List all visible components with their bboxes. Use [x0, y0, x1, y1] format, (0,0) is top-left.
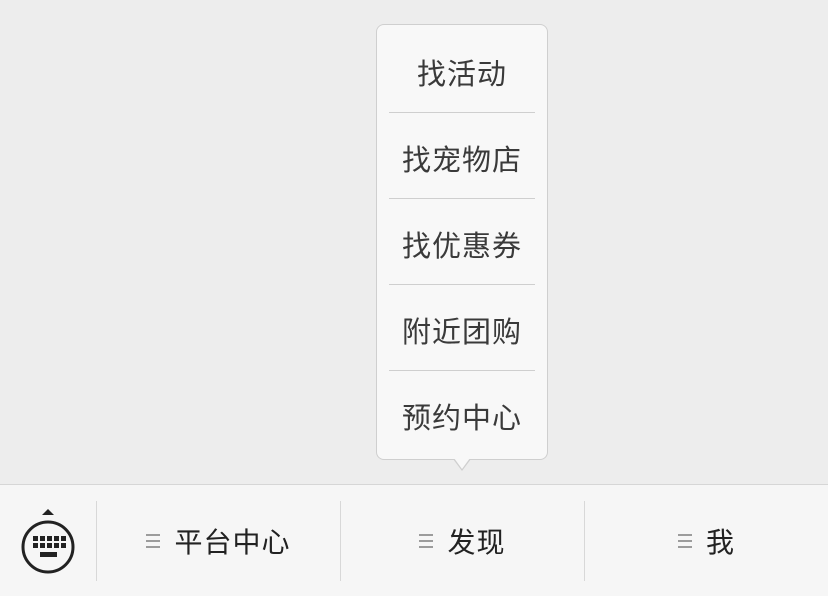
- menu-item-nearby-group-buy[interactable]: 附近团购: [389, 287, 535, 373]
- menu-divider: [389, 370, 535, 371]
- menu-list-icon: [146, 533, 161, 549]
- tab-me[interactable]: 我: [585, 485, 828, 596]
- menu-item-find-pet-store[interactable]: 找宠物店: [389, 115, 535, 201]
- discover-popup-menu: 找活动 找宠物店 找优惠券 附近团购 预约中心: [376, 24, 548, 460]
- menu-item-find-activity[interactable]: 找活动: [389, 29, 535, 115]
- menu-item-find-coupon[interactable]: 找优惠券: [389, 201, 535, 287]
- menu-divider: [389, 198, 535, 199]
- tab-platform-center[interactable]: 平台中心: [97, 485, 340, 596]
- tab-label: 发现: [447, 526, 506, 559]
- bottom-toolbar: 平台中心 发现 我: [0, 484, 828, 596]
- tab-label: 平台中心: [174, 526, 291, 559]
- popup-pointer-arrow-fill: [454, 458, 470, 469]
- keyboard-toggle-icon: [21, 509, 75, 574]
- menu-list-icon: [677, 533, 692, 549]
- menu-divider: [389, 112, 535, 113]
- tab-discover[interactable]: 发现: [341, 485, 584, 596]
- tab-label: 我: [705, 526, 735, 559]
- keyboard-toggle-button[interactable]: [0, 485, 96, 596]
- menu-item-booking-center[interactable]: 预约中心: [389, 373, 535, 459]
- menu-list-icon: [419, 533, 434, 549]
- menu-divider: [389, 284, 535, 285]
